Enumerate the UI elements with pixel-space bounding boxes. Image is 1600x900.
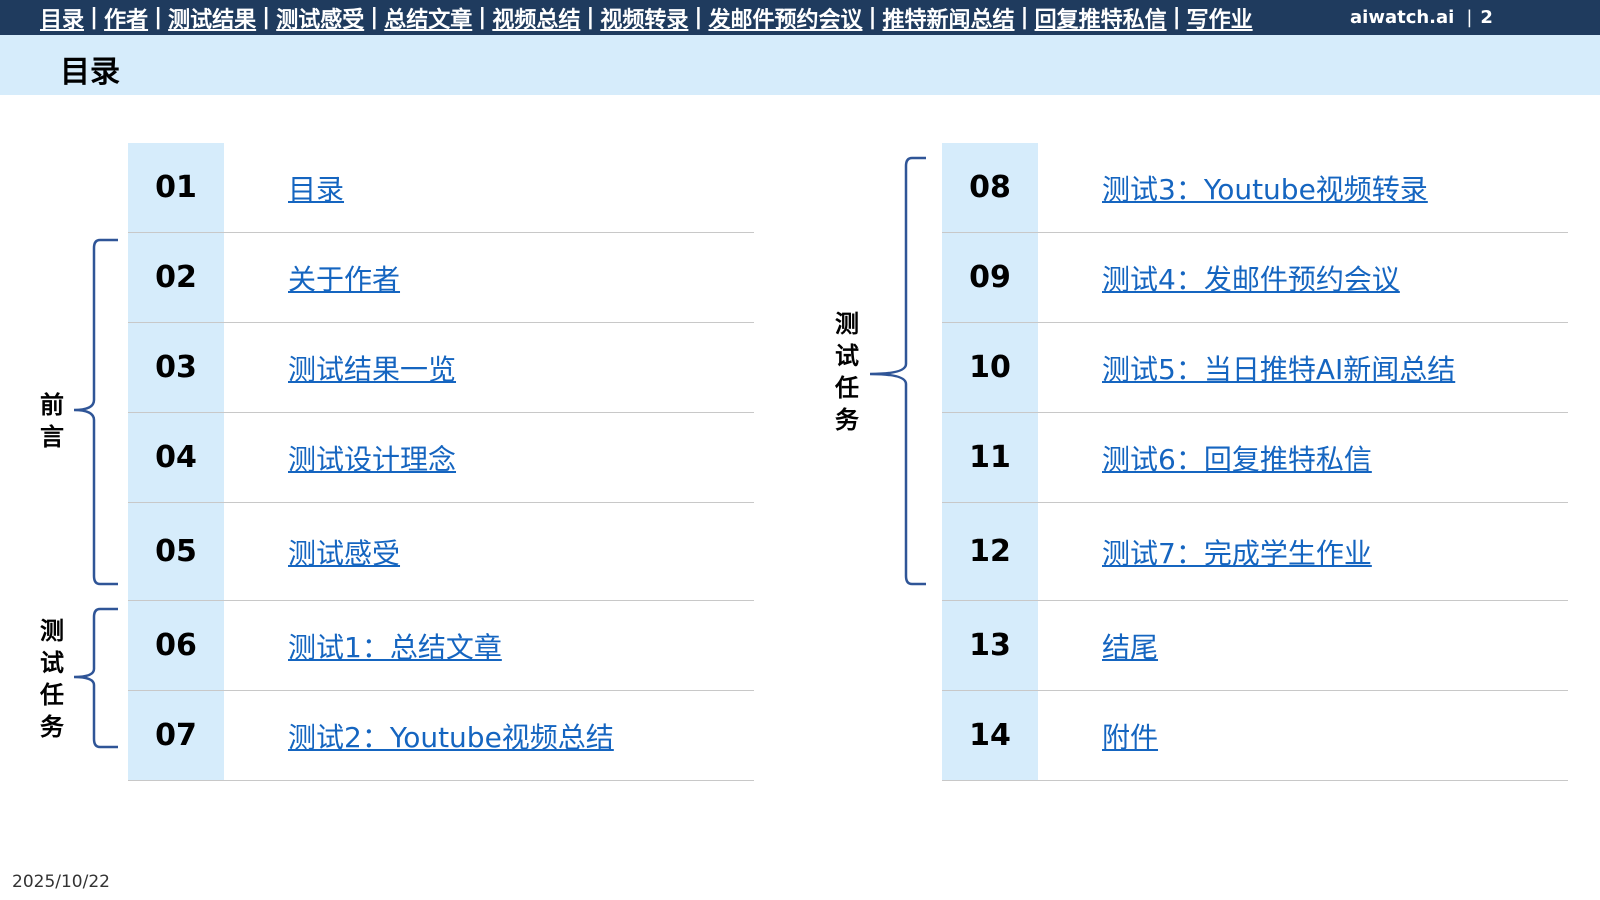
nav-separator: | [478, 5, 487, 30]
toc-row: 08 测试3：Youtube视频转录 [942, 143, 1568, 233]
toc-link[interactable]: 测试3：Youtube视频转录 [1102, 143, 1428, 232]
nav-link-email-meeting[interactable]: 发邮件预约会议 [708, 2, 862, 34]
toc-left: 01 目录 02 关于作者 03 测试结果一览 04 测试设计理念 05 测试感… [128, 143, 754, 781]
nav-separator: | [1020, 5, 1029, 30]
nav-separator: | [868, 5, 877, 30]
toc-number: 08 [942, 143, 1038, 232]
toc-number: 06 [128, 601, 224, 690]
brand-area: aiwatch.ai | 2 [1350, 0, 1493, 35]
nav-separator: | [694, 5, 703, 30]
toc-number: 02 [128, 233, 224, 322]
group-label-tests-left: 测试任务 [40, 617, 64, 741]
toc-link[interactable]: 测试7：完成学生作业 [1102, 503, 1372, 600]
nav-separator: | [370, 5, 379, 30]
nav-link-video-transcript[interactable]: 视频转录 [600, 2, 688, 34]
toc-link[interactable]: 测试4：发邮件预约会议 [1102, 233, 1400, 322]
group-label-preface: 前言 [40, 391, 64, 451]
nav-separator: | [154, 5, 163, 30]
footer-date: 2025/10/22 [12, 872, 110, 892]
toc-row: 14 附件 [942, 691, 1568, 781]
toc-row: 09 测试4：发邮件预约会议 [942, 233, 1568, 323]
toc-number: 05 [128, 503, 224, 600]
toc-row: 02 关于作者 [128, 233, 754, 323]
toc-row: 10 测试5：当日推特AI新闻总结 [942, 323, 1568, 413]
toc-number: 01 [128, 143, 224, 232]
toc-link[interactable]: 测试结果一览 [288, 323, 456, 412]
toc-link[interactable]: 目录 [288, 143, 344, 232]
nav-link-twitter-dm[interactable]: 回复推特私信 [1035, 2, 1167, 34]
brand-name: aiwatch.ai [1350, 7, 1455, 28]
toc-link[interactable]: 结尾 [1102, 601, 1158, 690]
toc-link[interactable]: 测试1：总结文章 [288, 601, 502, 690]
toc-link[interactable]: 测试5：当日推特AI新闻总结 [1102, 323, 1455, 412]
brand-separator: | [1466, 7, 1473, 28]
brace-tests-left [73, 607, 118, 749]
toc-number: 03 [128, 323, 224, 412]
toc-number: 09 [942, 233, 1038, 322]
toc-right: 08 测试3：Youtube视频转录 09 测试4：发邮件预约会议 10 测试5… [942, 143, 1568, 781]
toc-row: 12 测试7：完成学生作业 [942, 503, 1568, 601]
toc-link[interactable]: 测试感受 [288, 503, 400, 600]
toc-row: 06 测试1：总结文章 [128, 601, 754, 691]
toc-number: 14 [942, 691, 1038, 780]
brace-tests-right [869, 156, 926, 586]
nav-link-author[interactable]: 作者 [104, 2, 148, 34]
nav-link-twitter-news[interactable]: 推特新闻总结 [883, 2, 1015, 34]
nav-separator: | [90, 5, 99, 30]
toc-link[interactable]: 测试6：回复推特私信 [1102, 413, 1372, 502]
toc-row: 05 测试感受 [128, 503, 754, 601]
group-label-tests-right: 测试任务 [835, 310, 859, 434]
brace-preface [73, 238, 118, 586]
title-band: 目录 [0, 35, 1600, 95]
nav-link-homework[interactable]: 写作业 [1187, 2, 1253, 34]
page-title: 目录 [60, 55, 120, 90]
nav-separator: | [586, 5, 595, 30]
toc-row: 11 测试6：回复推特私信 [942, 413, 1568, 503]
toc-row: 01 目录 [128, 143, 754, 233]
toc-link[interactable]: 测试设计理念 [288, 413, 456, 502]
toc-link[interactable]: 附件 [1102, 691, 1158, 780]
toc-number: 12 [942, 503, 1038, 600]
toc-row: 13 结尾 [942, 601, 1568, 691]
nav-links: 目录 | 作者 | 测试结果 | 测试感受 | 总结文章 | 视频总结 | 视频… [40, 0, 1253, 35]
nav-link-video-summary[interactable]: 视频总结 [492, 2, 580, 34]
top-nav-bar: 目录 | 作者 | 测试结果 | 测试感受 | 总结文章 | 视频总结 | 视频… [0, 0, 1600, 35]
nav-link-toc[interactable]: 目录 [40, 2, 84, 34]
nav-separator: | [262, 5, 271, 30]
toc-row: 03 测试结果一览 [128, 323, 754, 413]
toc-number: 07 [128, 691, 224, 780]
toc-link[interactable]: 关于作者 [288, 233, 400, 322]
toc-number: 04 [128, 413, 224, 502]
toc-number: 13 [942, 601, 1038, 690]
nav-link-summary-article[interactable]: 总结文章 [384, 2, 472, 34]
toc-row: 04 测试设计理念 [128, 413, 754, 503]
page-number: 2 [1480, 7, 1493, 28]
toc-number: 10 [942, 323, 1038, 412]
nav-separator: | [1172, 5, 1181, 30]
nav-link-results[interactable]: 测试结果 [168, 2, 256, 34]
toc-link[interactable]: 测试2：Youtube视频总结 [288, 691, 614, 780]
toc-row: 07 测试2：Youtube视频总结 [128, 691, 754, 781]
nav-link-impressions[interactable]: 测试感受 [276, 2, 364, 34]
toc-number: 11 [942, 413, 1038, 502]
